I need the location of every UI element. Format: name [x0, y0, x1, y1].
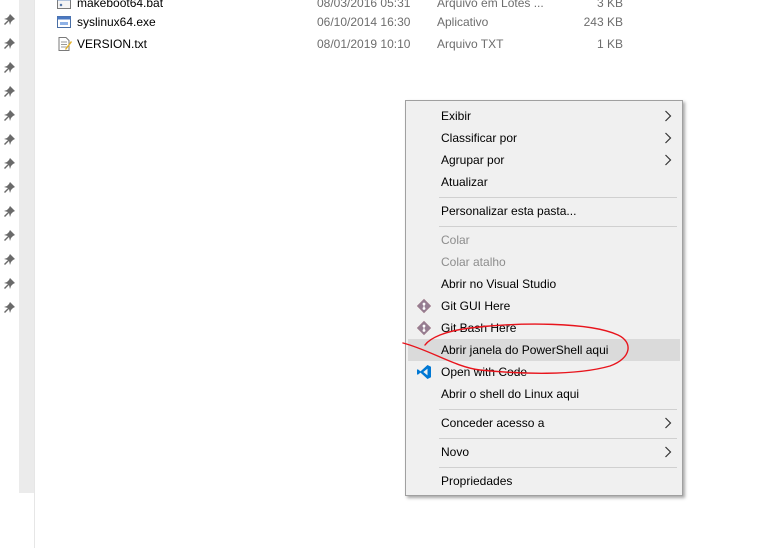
- navigation-pane-scrollbar[interactable]: [19, 0, 34, 493]
- file-size: 243 KB: [583, 15, 623, 29]
- pin-icon[interactable]: [4, 278, 15, 289]
- chevron-right-icon: [665, 154, 672, 166]
- menu-separator: [439, 409, 677, 410]
- pin-icon[interactable]: [4, 302, 15, 313]
- vscode-icon: [417, 365, 431, 379]
- git-icon: [416, 320, 432, 336]
- file-type: Arquivo em Lotes ...: [437, 0, 544, 10]
- menu-item-exibir[interactable]: Exibir: [408, 105, 680, 127]
- pin-icon[interactable]: [4, 182, 15, 193]
- menu-item-git-gui-here[interactable]: Git GUI Here: [408, 295, 680, 317]
- text-file-icon: [58, 37, 72, 51]
- file-date: 08/03/2016 05:31: [317, 0, 411, 10]
- menu-item-colar-atalho[interactable]: Colar atalho: [408, 251, 680, 273]
- chevron-right-icon: [665, 110, 672, 122]
- pin-icon[interactable]: [4, 14, 15, 25]
- menu-item-novo[interactable]: Novo: [408, 441, 680, 463]
- file-date: 08/01/2019 10:10: [317, 37, 411, 51]
- application-icon: [57, 16, 71, 28]
- pin-icon[interactable]: [4, 134, 15, 145]
- pin-icon[interactable]: [4, 230, 15, 241]
- menu-separator: [439, 226, 677, 227]
- file-size: 3 KB: [596, 0, 623, 10]
- menu-item-agrupar-por[interactable]: Agrupar por: [408, 149, 680, 171]
- menu-item-colar[interactable]: Colar: [408, 229, 680, 251]
- file-type: Arquivo TXT: [437, 37, 504, 51]
- menu-item-open-with-code[interactable]: Open with Code: [408, 361, 680, 383]
- file-date: 06/10/2014 16:30: [317, 15, 411, 29]
- pane-divider: [34, 0, 35, 548]
- menu-item-classificar-por[interactable]: Classificar por: [408, 127, 680, 149]
- pin-icon[interactable]: [4, 158, 15, 169]
- pin-icon[interactable]: [4, 110, 15, 121]
- pin-icon[interactable]: [4, 86, 15, 97]
- pin-icon[interactable]: [4, 38, 15, 49]
- pin-icon[interactable]: [4, 254, 15, 265]
- file-name: makeboot64.bat: [77, 0, 164, 10]
- git-icon: [416, 298, 432, 314]
- menu-item-personalizar-pasta[interactable]: Personalizar esta pasta...: [408, 200, 680, 222]
- menu-item-conceder-acesso[interactable]: Conceder acesso a: [408, 412, 680, 434]
- pin-icon[interactable]: [4, 206, 15, 217]
- menu-separator: [439, 438, 677, 439]
- menu-item-abrir-shell-linux[interactable]: Abrir o shell do Linux aqui: [408, 383, 680, 405]
- file-type: Aplicativo: [437, 15, 489, 29]
- chevron-right-icon: [665, 417, 672, 429]
- menu-item-atualizar[interactable]: Atualizar: [408, 171, 680, 193]
- file-row[interactable]: syslinux64.exe 06/10/2014 16:30 Aplicati…: [56, 12, 623, 32]
- file-size: 1 KB: [596, 37, 623, 51]
- menu-item-propriedades[interactable]: Propriedades: [408, 470, 680, 492]
- menu-item-abrir-visual-studio[interactable]: Abrir no Visual Studio: [408, 273, 680, 295]
- chevron-right-icon: [665, 132, 672, 144]
- pin-icon[interactable]: [4, 62, 15, 73]
- chevron-right-icon: [665, 446, 672, 458]
- file-row[interactable]: VERSION.txt 08/01/2019 10:10 Arquivo TXT…: [56, 34, 623, 54]
- quick-access-pin-strip: [0, 0, 19, 548]
- menu-separator: [439, 467, 677, 468]
- file-name: syslinux64.exe: [77, 15, 156, 29]
- menu-item-abrir-powershell[interactable]: Abrir janela do PowerShell aqui: [408, 339, 680, 361]
- file-name: VERSION.txt: [77, 37, 148, 51]
- context-menu: Exibir Classificar por Agrupar por Atual…: [405, 100, 683, 496]
- batch-file-icon: [57, 0, 71, 9]
- menu-item-git-bash-here[interactable]: Git Bash Here: [408, 317, 680, 339]
- menu-separator: [439, 197, 677, 198]
